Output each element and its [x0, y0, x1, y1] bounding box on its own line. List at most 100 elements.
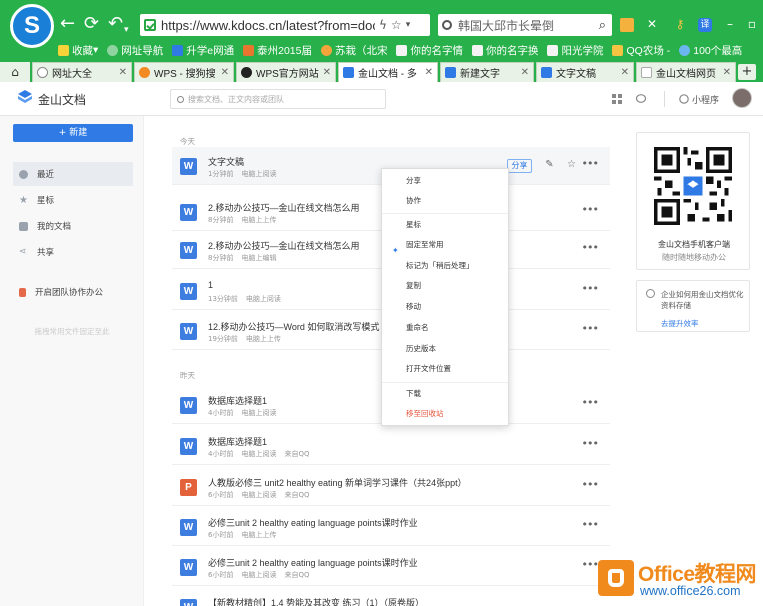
file-name[interactable]: 必修三unit 2 healthy eating language points… — [208, 556, 418, 569]
menu-item-collaborate[interactable]: 协作 — [382, 191, 508, 211]
more-icon[interactable]: ••• — [582, 241, 599, 254]
bookmark-item[interactable]: 收藏 ▾ — [58, 43, 98, 58]
address-dropdown-icon[interactable]: ▾ — [406, 20, 411, 30]
avatar[interactable] — [732, 88, 752, 108]
new-tab-button[interactable]: + — [738, 64, 756, 80]
undo-dropdown-icon[interactable]: ▾ — [124, 20, 129, 40]
bookmark-item[interactable]: 你的名字情 — [396, 43, 463, 58]
sogou-browser-logo[interactable]: S — [10, 4, 54, 48]
table-row[interactable]: P 人教版必修三 unit2 healthy eating 新单词学习课件（共2… — [172, 468, 610, 506]
bookmark-item[interactable]: 苏栽（北宋 — [320, 43, 387, 58]
close-tab-icon[interactable]: ✕ — [323, 67, 331, 78]
url-text[interactable]: https://www.kdocs.cn/latest?from=docs — [161, 18, 375, 33]
menu-item-download[interactable]: 下载 — [382, 384, 508, 404]
star-icon[interactable]: ☆ — [566, 159, 577, 170]
file-name[interactable]: 数据库选择题1 — [208, 394, 267, 407]
more-icon[interactable]: ••• — [582, 558, 599, 571]
menu-item-history[interactable]: 历史版本 — [382, 339, 508, 359]
more-icon[interactable]: ••• — [582, 396, 599, 409]
close-tab-icon[interactable]: ✕ — [221, 67, 229, 78]
more-icon[interactable]: ••• — [582, 203, 599, 216]
menu-item-rename[interactable]: 重命名 — [382, 318, 508, 338]
search-go-icon[interactable]: ⌕ — [599, 18, 606, 33]
menu-grid-icon[interactable] — [620, 18, 634, 32]
file-name[interactable]: 1 — [208, 280, 213, 290]
menu-item-trash[interactable]: 移至回收站 — [382, 404, 508, 424]
refresh-icon[interactable]: ⟳ — [84, 14, 99, 34]
menu-item-star[interactable]: 星标 — [382, 215, 508, 235]
sidebar-item-starred[interactable]: ★ 星标 — [13, 188, 133, 212]
doc-search-input[interactable]: 搜索文档、正文内容或团队 — [170, 89, 386, 109]
bookmark-item[interactable]: 网址导航 — [107, 43, 163, 58]
browser-tab[interactable]: 金山文档网页 ✕ — [636, 62, 736, 82]
close-tab-icon[interactable]: ✕ — [723, 67, 731, 78]
close-tab-icon[interactable]: ✕ — [119, 67, 127, 78]
menu-item-open-location[interactable]: 打开文件位置 — [382, 359, 508, 379]
bookmark-item[interactable]: QQ农场 - — [612, 43, 670, 58]
bookmark-item[interactable]: 你的名字换 — [471, 43, 538, 58]
address-bar[interactable]: https://www.kdocs.cn/latest?from=docs ϟ … — [140, 14, 430, 36]
file-name[interactable]: 文字文稿 — [208, 155, 244, 168]
browser-tab[interactable]: WPS - 搜狗搜 ✕ — [134, 62, 234, 82]
lightning-icon[interactable]: ϟ — [379, 18, 387, 32]
menu-item-share[interactable]: 分享 — [382, 171, 508, 191]
more-icon[interactable]: ••• — [582, 322, 599, 335]
edit-pencil-icon[interactable]: ✎ — [544, 159, 555, 170]
bookmark-item[interactable]: 100个最高 — [679, 43, 742, 58]
key-icon[interactable]: ⚷ — [672, 16, 688, 32]
sidebar-item-recent[interactable]: 最近 — [13, 162, 133, 186]
app-name[interactable]: 金山文档 — [38, 91, 86, 108]
more-icon[interactable]: ••• — [582, 282, 599, 295]
bookmark-item[interactable]: 升学e网通 — [172, 43, 234, 58]
close-x-icon[interactable]: ✕ — [644, 16, 660, 32]
browser-tab-active[interactable]: 金山文档 - 多 ✕ — [338, 62, 438, 82]
more-icon[interactable]: ••• — [582, 518, 599, 531]
share-button[interactable]: 分享 — [507, 159, 532, 173]
table-row[interactable]: W 【新教材精创】1.4 势能及其改变 练习（1）（原卷版） — [172, 588, 610, 606]
search-text[interactable]: 韩国大邱市长晕倒 — [458, 17, 599, 34]
menu-item-copy[interactable]: 复制 — [382, 276, 508, 296]
apps-grid-icon[interactable] — [612, 94, 622, 104]
file-name[interactable]: 必修三unit 2 healthy eating language points… — [208, 516, 418, 529]
bookmark-item[interactable]: 阳光学院 — [547, 43, 603, 58]
sidebar-item-my-docs[interactable]: 我的文档 — [13, 214, 133, 238]
browser-tab[interactable]: 文字文稿 ✕ — [536, 62, 634, 82]
close-tab-icon[interactable]: ✕ — [521, 67, 529, 78]
minimize-icon[interactable]: – — [722, 16, 738, 32]
file-name[interactable]: 【新教材精创】1.4 势能及其改变 练习（1）（原卷版） — [208, 596, 424, 606]
close-tab-icon[interactable]: ✕ — [425, 67, 433, 78]
file-name[interactable]: 12.移动办公技巧—Word 如何取消改写模式 — [208, 320, 379, 333]
browser-tab[interactable]: WPS官方网站 ✕ — [236, 62, 336, 82]
maximize-icon[interactable]: ▫ — [744, 16, 760, 32]
menu-item-pin[interactable]: 固定至常用 — [382, 235, 508, 255]
bookmark-item[interactable]: 泰州2015届 — [243, 43, 312, 58]
mini-program-label[interactable]: 小程序 — [692, 93, 719, 106]
back-arrow-icon[interactable]: ← — [60, 14, 75, 34]
tip-link[interactable]: 去提升效率 — [661, 318, 699, 329]
message-icon[interactable] — [636, 94, 646, 104]
mini-program-icon[interactable] — [679, 94, 689, 104]
menu-item-move[interactable]: 移动 — [382, 297, 508, 317]
table-row[interactable]: W 数据库选择题1 4小时前 电脑上阅读 来自QQ ••• — [172, 427, 610, 465]
translate-icon[interactable]: 译 — [698, 18, 712, 32]
sidebar-item-shared[interactable]: ⋖ 共享 — [13, 240, 133, 264]
table-row[interactable]: W 必修三unit 2 healthy eating language poin… — [172, 548, 610, 586]
browser-tab[interactable]: 网址大全 ✕ — [32, 62, 132, 82]
file-name[interactable]: 人教版必修三 unit2 healthy eating 新单词学习课件（共24张… — [208, 476, 467, 489]
more-icon[interactable]: ••• — [582, 437, 599, 450]
file-name[interactable]: 2.移动办公技巧—金山在线文档怎么用 — [208, 201, 360, 214]
new-button[interactable]: + 新建 — [13, 124, 133, 142]
close-tab-icon[interactable]: ✕ — [621, 67, 629, 78]
undo-icon[interactable]: ↶ — [108, 14, 123, 34]
kdocs-logo-icon[interactable] — [18, 90, 32, 104]
star-icon[interactable]: ☆ — [391, 18, 402, 32]
more-icon[interactable]: ••• — [582, 478, 599, 491]
search-box[interactable]: 韩国大邱市长晕倒 ⌕ — [438, 14, 612, 36]
table-row[interactable]: W 必修三unit 2 healthy eating language poin… — [172, 508, 610, 546]
menu-item-mark-later[interactable]: 标记为「稍后处理」 — [382, 256, 508, 276]
file-name[interactable]: 数据库选择题1 — [208, 435, 267, 448]
sidebar-item-team[interactable]: 开启团队协作办公 — [13, 280, 133, 304]
file-name[interactable]: 2.移动办公技巧—金山在线文档怎么用 — [208, 239, 360, 252]
more-icon[interactable]: ••• — [582, 157, 599, 170]
browser-tab[interactable]: 新建文字 ✕ — [440, 62, 534, 82]
